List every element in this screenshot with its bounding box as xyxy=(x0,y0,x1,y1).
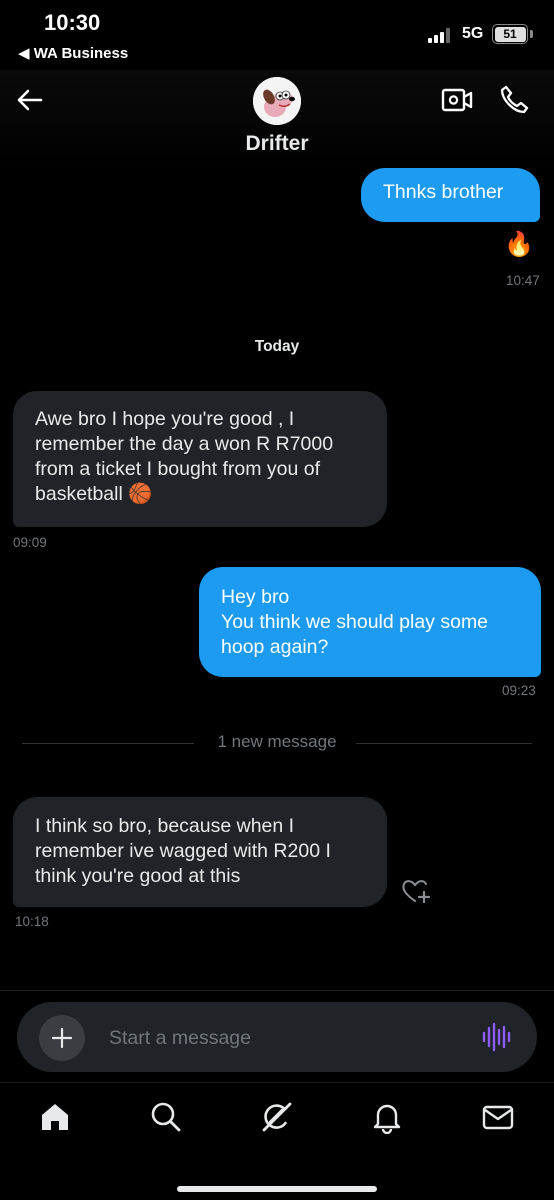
phone-icon[interactable] xyxy=(498,84,530,116)
dog-avatar-icon xyxy=(253,77,301,125)
signal-icon xyxy=(428,27,456,43)
heart-plus-icon[interactable] xyxy=(400,876,432,906)
new-message-label: 1 new message xyxy=(217,732,337,751)
bell-icon[interactable] xyxy=(370,1100,404,1134)
message-time: 10:18 xyxy=(15,914,49,929)
fire-reaction: 🔥 xyxy=(504,231,534,258)
home-indicator xyxy=(177,1186,377,1192)
video-camera-icon[interactable] xyxy=(441,86,473,114)
message-time: 10:47 xyxy=(506,273,540,288)
conversation-header: Drifter xyxy=(0,70,554,170)
message-time: 09:23 xyxy=(502,683,536,698)
composer-area xyxy=(0,990,554,1082)
message-composer xyxy=(17,1002,537,1072)
battery-level: 51 xyxy=(494,26,526,42)
message-time: 09:09 xyxy=(13,535,47,550)
plus-icon xyxy=(51,1027,73,1049)
arrow-left-icon[interactable] xyxy=(14,84,46,116)
battery-icon: 51 xyxy=(492,24,528,44)
network-type: 5G xyxy=(462,25,484,42)
add-attachment-button[interactable] xyxy=(39,1015,85,1061)
message-bubble-outgoing[interactable]: Thnks brother xyxy=(361,168,540,222)
message-input[interactable] xyxy=(109,1022,449,1054)
avatar[interactable] xyxy=(253,77,301,125)
status-bar: 10:30 ◀ WA Business 5G 51 xyxy=(0,0,554,70)
slash-circle-icon[interactable] xyxy=(260,1100,294,1134)
contact-name[interactable]: Drifter xyxy=(0,132,554,156)
status-time: 10:30 xyxy=(44,10,101,35)
message-bubble-incoming[interactable]: I think so bro, because when I remember … xyxy=(13,797,387,907)
bottom-tab-bar xyxy=(0,1082,554,1200)
day-separator: Today xyxy=(254,338,300,355)
envelope-icon[interactable] xyxy=(481,1100,515,1134)
voice-waveform-icon[interactable] xyxy=(481,1022,511,1052)
back-to-app-link[interactable]: ◀ WA Business xyxy=(18,44,128,62)
home-icon[interactable] xyxy=(38,1100,72,1134)
new-message-divider: 1 new message xyxy=(22,731,532,755)
search-icon[interactable] xyxy=(149,1100,183,1134)
message-bubble-outgoing[interactable]: Hey bro You think we should play some ho… xyxy=(199,567,541,677)
message-bubble-incoming[interactable]: Awe bro I hope you're good , I remember … xyxy=(13,391,387,527)
